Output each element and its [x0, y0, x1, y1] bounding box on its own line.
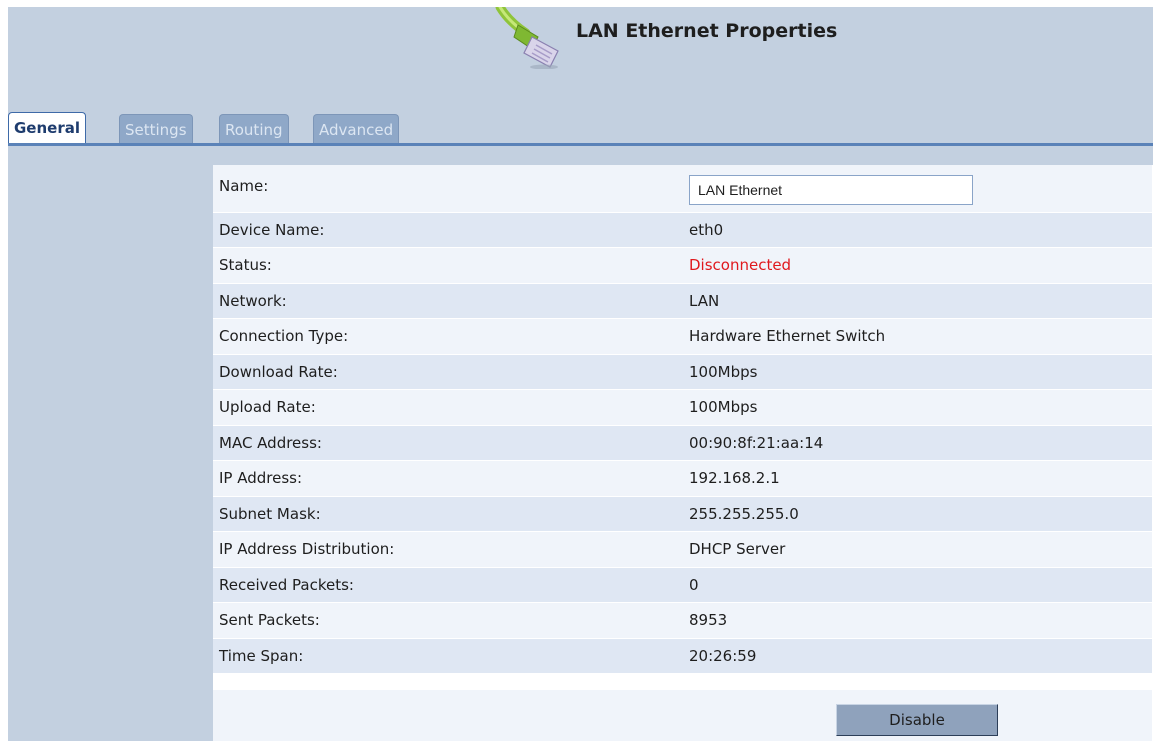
property-label: MAC Address:: [213, 425, 683, 461]
property-value: 00:90:8f:21:aa:14: [683, 425, 1152, 461]
page-frame: LAN Ethernet Properties General Settings…: [0, 0, 1153, 741]
table-row: Network: LAN: [213, 283, 1152, 319]
property-value: 0: [683, 567, 1152, 603]
property-value: LAN: [683, 283, 1152, 319]
property-label: IP Address:: [213, 460, 683, 497]
ethernet-cable-icon: [495, 7, 559, 69]
page-title: LAN Ethernet Properties: [576, 20, 838, 42]
table-row: IP Address Distribution: DHCP Server: [213, 531, 1152, 568]
property-value: eth0: [683, 212, 1152, 248]
property-label: IP Address Distribution:: [213, 531, 683, 568]
table-row: Sent Packets: 8953: [213, 602, 1152, 639]
property-value: 255.255.255.0: [683, 496, 1152, 532]
property-label: Name:: [213, 165, 683, 213]
property-value: 8953: [683, 602, 1152, 639]
tab-routing[interactable]: Routing: [219, 114, 289, 143]
table-row: Device Name: eth0: [213, 212, 1152, 248]
tab-general[interactable]: General: [8, 112, 86, 143]
tab-advanced[interactable]: Advanced: [313, 114, 400, 143]
table-row: Status: Disconnected: [213, 247, 1152, 284]
property-value: 192.168.2.1: [683, 460, 1152, 497]
property-label: Connection Type:: [213, 318, 683, 355]
table-row: Subnet Mask: 255.255.255.0: [213, 496, 1152, 532]
table-row: MAC Address: 00:90:8f:21:aa:14: [213, 425, 1152, 461]
property-value: DHCP Server: [683, 531, 1152, 568]
property-label: Time Span:: [213, 638, 683, 674]
property-label: Status:: [213, 247, 683, 284]
actions-row: Disable: [213, 690, 1152, 741]
tab-settings[interactable]: Settings: [119, 114, 193, 143]
property-label: Subnet Mask:: [213, 496, 683, 532]
property-label: Received Packets:: [213, 567, 683, 603]
property-label: Sent Packets:: [213, 602, 683, 639]
table-row: Time Span: 20:26:59: [213, 638, 1152, 674]
property-value: Hardware Ethernet Switch: [683, 318, 1152, 355]
table-row-name: Name:: [213, 165, 1152, 213]
property-label: Device Name:: [213, 212, 683, 248]
properties-table: Name: Device Name: eth0 Status: Disconne…: [213, 165, 1152, 674]
table-row: Connection Type: Hardware Ethernet Switc…: [213, 318, 1152, 355]
property-label: Network:: [213, 283, 683, 319]
disable-button[interactable]: Disable: [836, 704, 998, 736]
table-row: Received Packets: 0: [213, 567, 1152, 603]
left-panel: [8, 146, 213, 741]
property-label: Download Rate:: [213, 354, 683, 390]
table-row: Download Rate: 100Mbps: [213, 354, 1152, 390]
property-value: 100Mbps: [683, 389, 1152, 426]
content-top-strip: [213, 146, 1153, 165]
table-row: IP Address: 192.168.2.1: [213, 460, 1152, 497]
properties-panel: Name: Device Name: eth0 Status: Disconne…: [213, 165, 1153, 741]
property-label: Upload Rate:: [213, 389, 683, 426]
table-row: Upload Rate: 100Mbps: [213, 389, 1152, 426]
property-value: [683, 165, 1152, 213]
status-value: Disconnected: [683, 247, 1152, 284]
property-value: 100Mbps: [683, 354, 1152, 390]
name-input[interactable]: [689, 175, 973, 205]
property-value: 20:26:59: [683, 638, 1152, 674]
